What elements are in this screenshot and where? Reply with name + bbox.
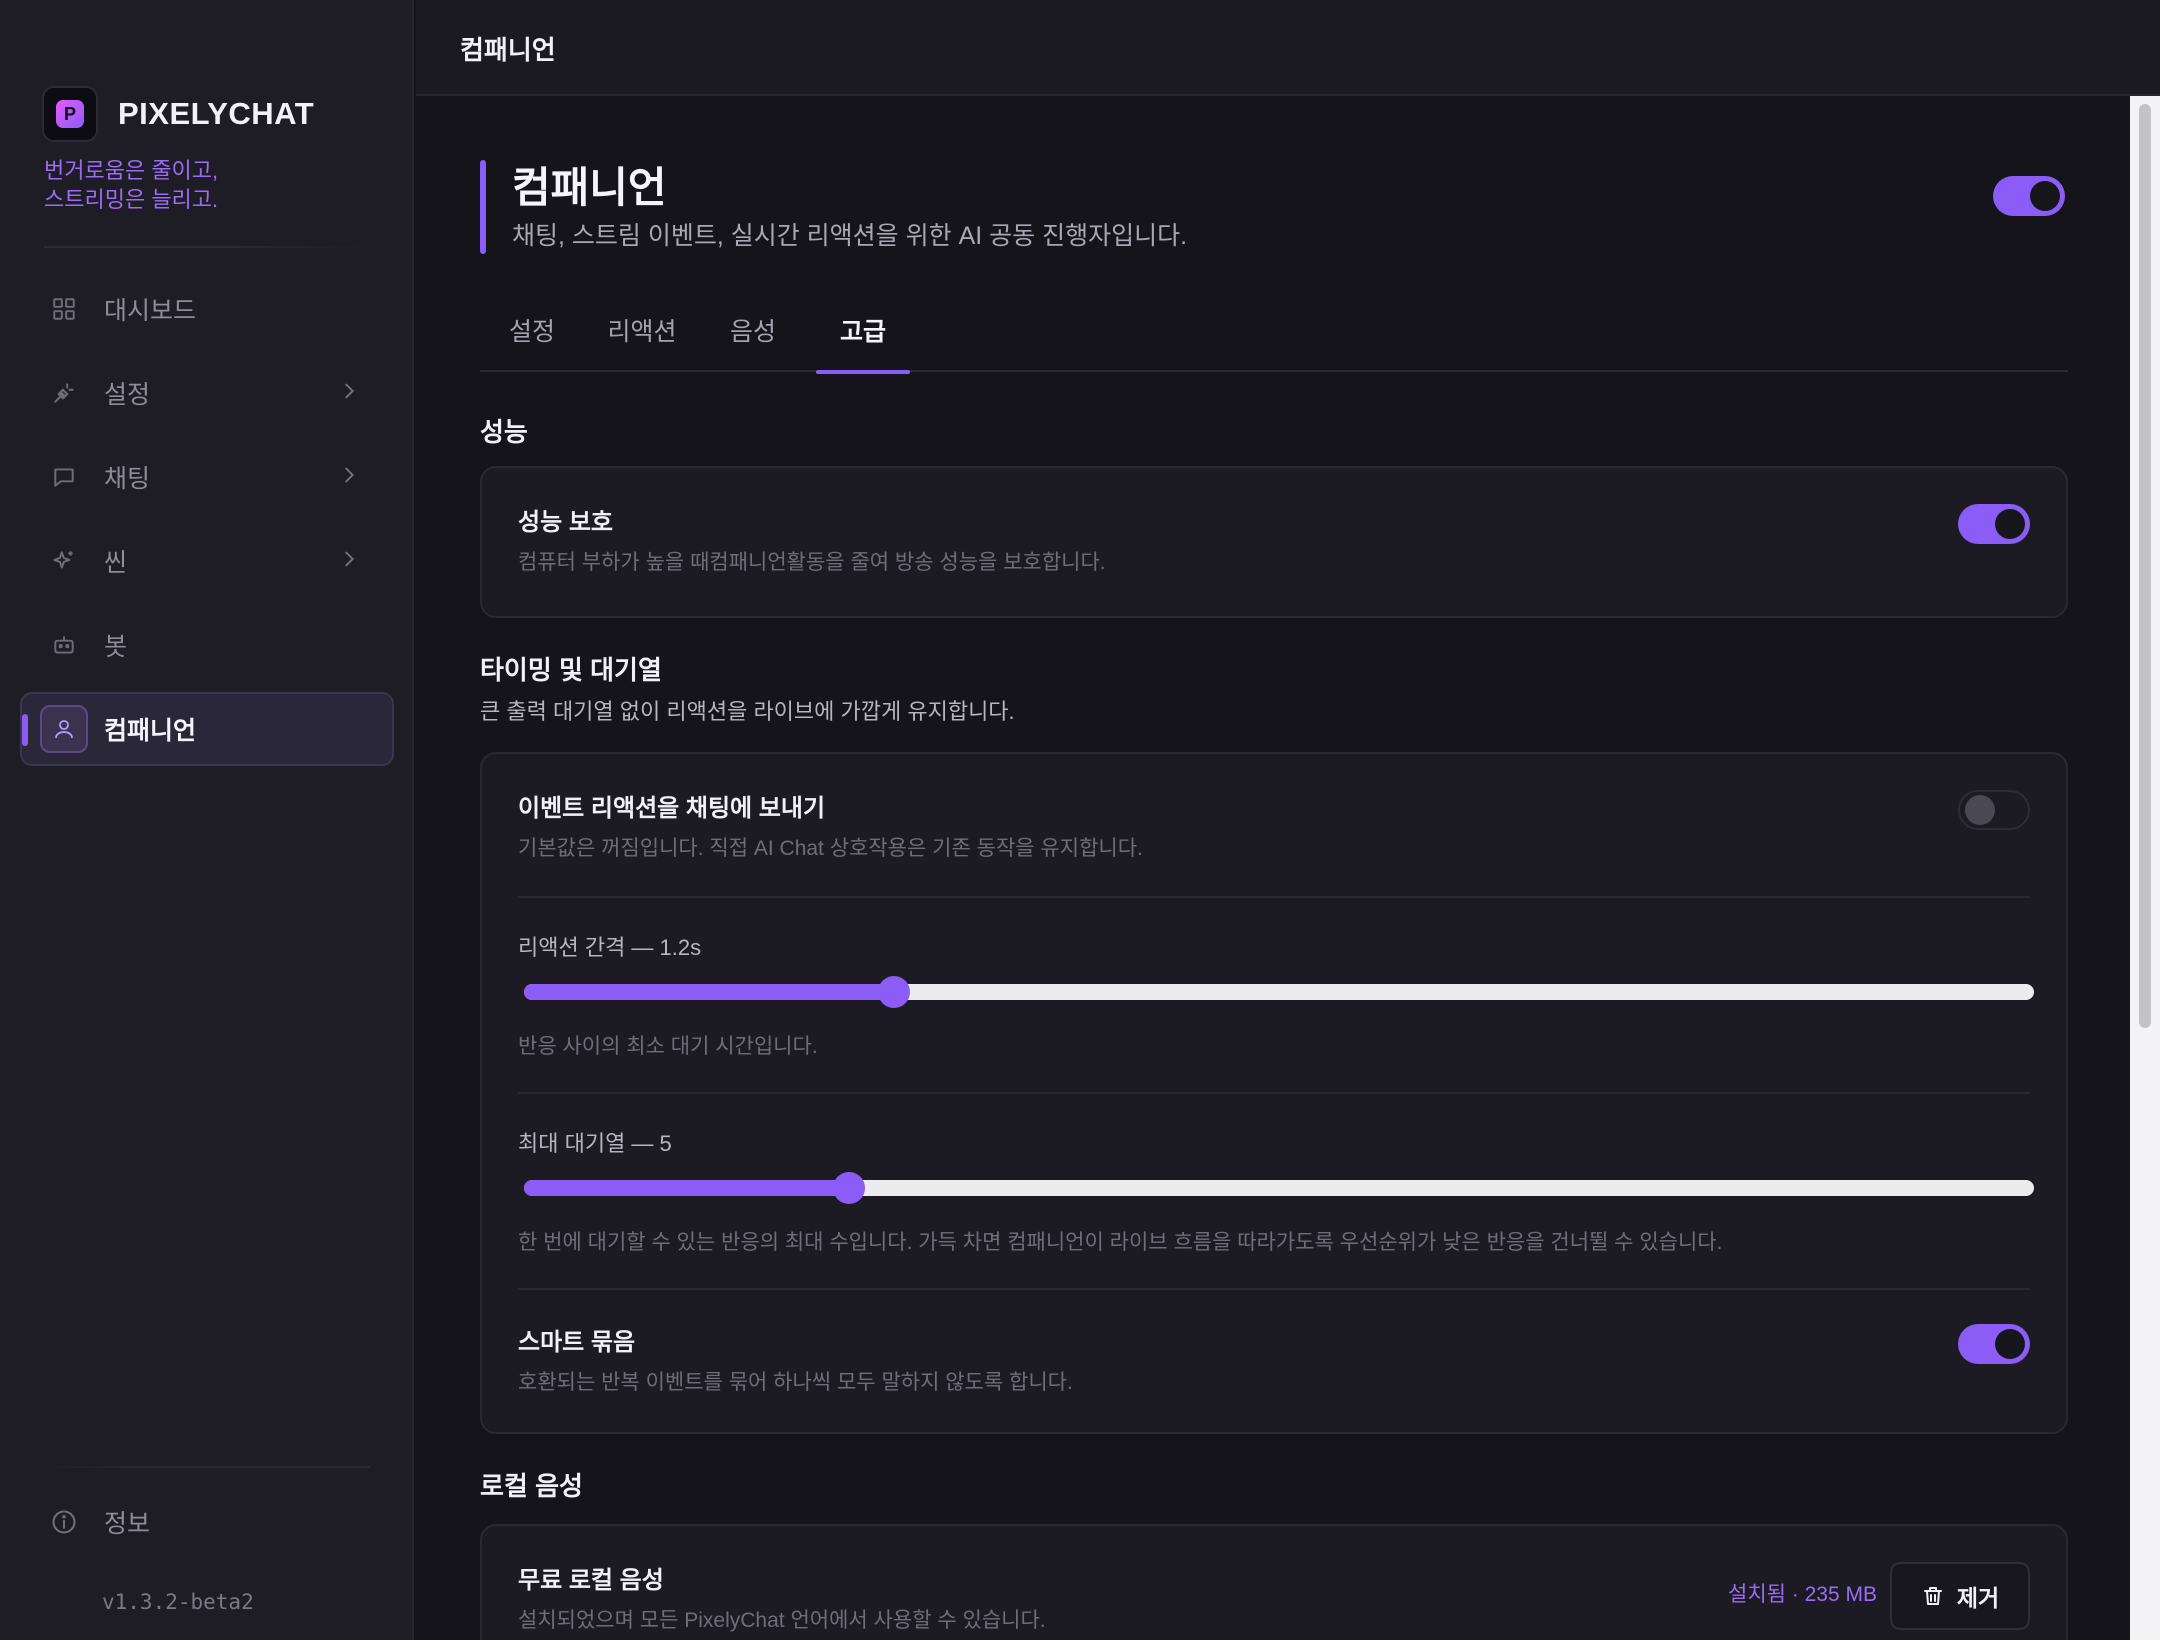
- performance-protect-title: 성능 보호: [518, 509, 613, 536]
- tab-settings[interactable]: 설정: [498, 310, 566, 372]
- reaction-interval-slider[interactable]: [524, 976, 2034, 1008]
- sidebar-item-bots[interactable]: 봇: [20, 608, 394, 682]
- remove-voice-button[interactable]: 제거: [1890, 1562, 2030, 1630]
- remove-button-label: 제거: [1956, 1585, 2000, 1611]
- send-reactions-desc: 기본값은 꺼짐입니다. 직접 AI Chat 상호작용은 기존 동작을 유지합니…: [518, 837, 1143, 860]
- sidebar-item-scenes[interactable]: 씬: [20, 524, 394, 598]
- toggle-knob: [1995, 1329, 2025, 1359]
- chat-bubble-icon: [50, 463, 78, 491]
- performance-protect-desc: 컴퓨터 부하가 높을 때컴패니언활동을 줄여 방송 성능을 보호합니다.: [518, 551, 1106, 574]
- reaction-interval-label: 리액션 간격 — 1.2s: [518, 935, 702, 960]
- sidebar-item-info[interactable]: 정보: [50, 1504, 150, 1540]
- tab-advanced[interactable]: 고급: [816, 310, 910, 374]
- page-subtitle: 채팅, 스트림 이벤트, 실시간 리액션을 위한 AI 공동 진행자입니다.: [512, 222, 1188, 250]
- card-divider: [518, 1092, 2030, 1094]
- sidebar-item-companion[interactable]: 컴패니언: [20, 692, 394, 766]
- slider-fill: [524, 1180, 849, 1196]
- grid-icon: [50, 295, 78, 323]
- install-status: 설치됨 · 235 MB: [1728, 1583, 1877, 1606]
- title-accent-bar: [480, 160, 486, 254]
- sidebar-item-label: 채팅: [104, 465, 151, 493]
- sidebar-item-label: 봇: [104, 633, 128, 661]
- send-reactions-toggle[interactable]: [1958, 790, 2030, 830]
- section-title-local-voice: 로컬 음성: [480, 1471, 583, 1501]
- smart-batching-desc: 호환되는 반복 이벤트를 묶어 하나씩 모두 말하지 않도록 합니다.: [518, 1371, 1073, 1394]
- sparkles-icon: [50, 547, 78, 575]
- card-divider: [518, 1288, 2030, 1290]
- sidebar-item-label: 대시보드: [104, 297, 197, 325]
- brand[interactable]: P PIXELYCHAT: [42, 86, 314, 142]
- smart-batching-toggle[interactable]: [1958, 1324, 2030, 1364]
- local-voice-desc: 설치되었으며 모든 PixelyChat 언어에서 사용할 수 있습니다.: [518, 1609, 1046, 1632]
- card-divider: [518, 896, 2030, 898]
- plug-icon: [50, 379, 78, 407]
- sidebar-nav: 대시보드 설정 채팅 씬 봇 컴패니언: [20, 272, 394, 776]
- chevron-right-icon: [338, 548, 360, 577]
- logo-mark: P: [56, 100, 84, 128]
- toggle-knob: [2030, 181, 2060, 211]
- slider-thumb[interactable]: [832, 1172, 865, 1204]
- main-content: 컴패니언 채팅, 스트림 이벤트, 실시간 리액션을 위한 AI 공동 진행자입…: [416, 96, 2130, 1640]
- tab-bar: 설정 리액션 음성 고급: [480, 310, 2068, 374]
- sidebar-divider: [44, 246, 370, 248]
- section-title-timing: 타이밍 및 대기열: [480, 655, 662, 685]
- toggle-knob: [1965, 795, 1995, 825]
- sidebar-item-label: 컴패니언: [104, 717, 197, 745]
- sidebar-item-label: 씬: [104, 549, 128, 577]
- trash-icon: [1921, 1584, 1945, 1608]
- max-queue-slider[interactable]: [524, 1172, 2034, 1204]
- topbar-title: 컴패니언: [460, 35, 556, 65]
- sidebar-item-dashboard[interactable]: 대시보드: [20, 272, 394, 346]
- section-title-performance: 성능: [480, 417, 528, 447]
- tagline-line-2: 스트리밍은 늘리고.: [44, 187, 219, 212]
- max-queue-desc: 한 번에 대기할 수 있는 반응의 최대 수입니다. 가득 차면 컴패니언이 라…: [518, 1231, 1723, 1254]
- tagline-line-1: 번거로움은 줄이고,: [44, 158, 219, 183]
- app-logo: P: [42, 86, 98, 142]
- scrollbar-thumb[interactable]: [2139, 104, 2151, 1028]
- sidebar-item-label: 설정: [104, 381, 151, 409]
- slider-fill: [524, 984, 894, 1000]
- performance-card: 성능 보호 컴퓨터 부하가 높을 때컴패니언활동을 줄여 방송 성능을 보호합니…: [480, 466, 2068, 618]
- performance-protect-toggle[interactable]: [1958, 504, 2030, 544]
- robot-icon: [50, 631, 78, 659]
- sidebar-item-label: 정보: [104, 1510, 151, 1538]
- user-icon: [40, 705, 88, 753]
- page-title: 컴패니언: [512, 164, 667, 211]
- tab-voice[interactable]: 음성: [718, 310, 788, 372]
- app-version: v1.3.2-beta2: [102, 1590, 254, 1614]
- sidebar-item-chat[interactable]: 채팅: [20, 440, 394, 514]
- topbar: 컴패니언: [416, 0, 2160, 96]
- companion-enable-toggle[interactable]: [1993, 176, 2065, 216]
- send-reactions-title: 이벤트 리액션을 채팅에 보내기: [518, 795, 826, 822]
- timing-card: 이벤트 리액션을 채팅에 보내기 기본값은 꺼짐입니다. 직접 AI Chat …: [480, 752, 2068, 1434]
- reaction-interval-desc: 반응 사이의 최소 대기 시간입니다.: [518, 1035, 818, 1058]
- toggle-knob: [1995, 509, 2025, 539]
- info-icon: [50, 1508, 78, 1536]
- smart-batching-title: 스마트 묶음: [518, 1329, 636, 1356]
- sidebar: P PIXELYCHAT 번거로움은 줄이고, 스트리밍은 늘리고. 대시보드 …: [0, 0, 414, 1640]
- tab-reactions[interactable]: 리액션: [594, 310, 690, 372]
- local-voice-title: 무료 로컬 음성: [518, 1567, 664, 1594]
- slider-thumb[interactable]: [877, 976, 910, 1008]
- sidebar-item-settings[interactable]: 설정: [20, 356, 394, 430]
- sidebar-bottom-divider: [44, 1466, 370, 1468]
- local-voice-card: 무료 로컬 음성 설치되었으며 모든 PixelyChat 언어에서 사용할 수…: [480, 1524, 2068, 1640]
- section-subtitle-timing: 큰 출력 대기열 없이 리액션을 라이브에 가깝게 유지합니다.: [480, 699, 1015, 724]
- max-queue-label: 최대 대기열 — 5: [518, 1131, 672, 1156]
- tagline: 번거로움은 줄이고, 스트리밍은 늘리고.: [44, 156, 344, 214]
- app-name: PIXELYCHAT: [118, 96, 315, 131]
- chevron-right-icon: [338, 464, 360, 493]
- chevron-right-icon: [338, 380, 360, 409]
